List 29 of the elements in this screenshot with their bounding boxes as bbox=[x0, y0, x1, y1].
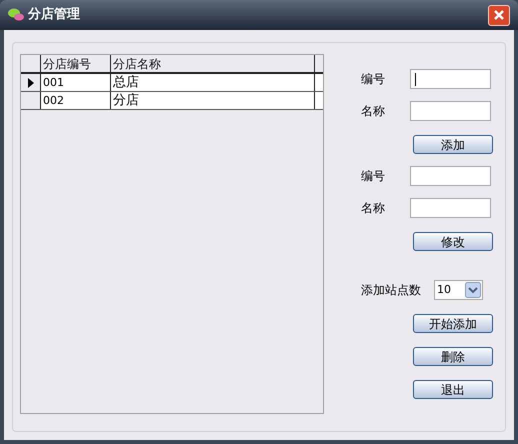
table-cell: 001 bbox=[41, 74, 111, 91]
close-icon bbox=[493, 9, 505, 21]
input-field[interactable] bbox=[410, 166, 491, 186]
action-button[interactable]: 删除 bbox=[413, 347, 493, 366]
input-field[interactable] bbox=[410, 101, 491, 121]
row-header[interactable] bbox=[21, 92, 41, 109]
table-cell: 002 bbox=[41, 92, 111, 109]
action-button[interactable]: 添加 bbox=[413, 135, 493, 154]
chat-bubbles-icon bbox=[8, 8, 24, 22]
field-label: 添加站点数 bbox=[361, 282, 422, 299]
row-header[interactable] bbox=[21, 74, 41, 91]
field-label: 名称 bbox=[361, 200, 386, 217]
field-label: 编号 bbox=[361, 71, 386, 88]
input-field[interactable] bbox=[410, 69, 491, 89]
window-title: 分店管理 bbox=[28, 6, 80, 24]
column-header[interactable]: 分店名称 bbox=[111, 55, 315, 72]
dropdown[interactable]: 10 bbox=[434, 280, 483, 300]
field-label: 名称 bbox=[361, 103, 386, 120]
action-button[interactable]: 退出 bbox=[413, 380, 493, 399]
action-button[interactable]: 开始添加 bbox=[413, 314, 493, 333]
column-header[interactable]: 分店编号 bbox=[41, 55, 111, 72]
close-button[interactable] bbox=[488, 4, 510, 26]
input-field[interactable] bbox=[410, 198, 491, 218]
chevron-down-icon bbox=[465, 282, 481, 298]
table-cell: 分店 bbox=[111, 92, 315, 109]
table-cell: 总店 bbox=[111, 74, 315, 91]
action-button[interactable]: 修改 bbox=[413, 232, 493, 251]
row-pointer-icon bbox=[28, 78, 34, 88]
field-label: 编号 bbox=[361, 168, 386, 185]
